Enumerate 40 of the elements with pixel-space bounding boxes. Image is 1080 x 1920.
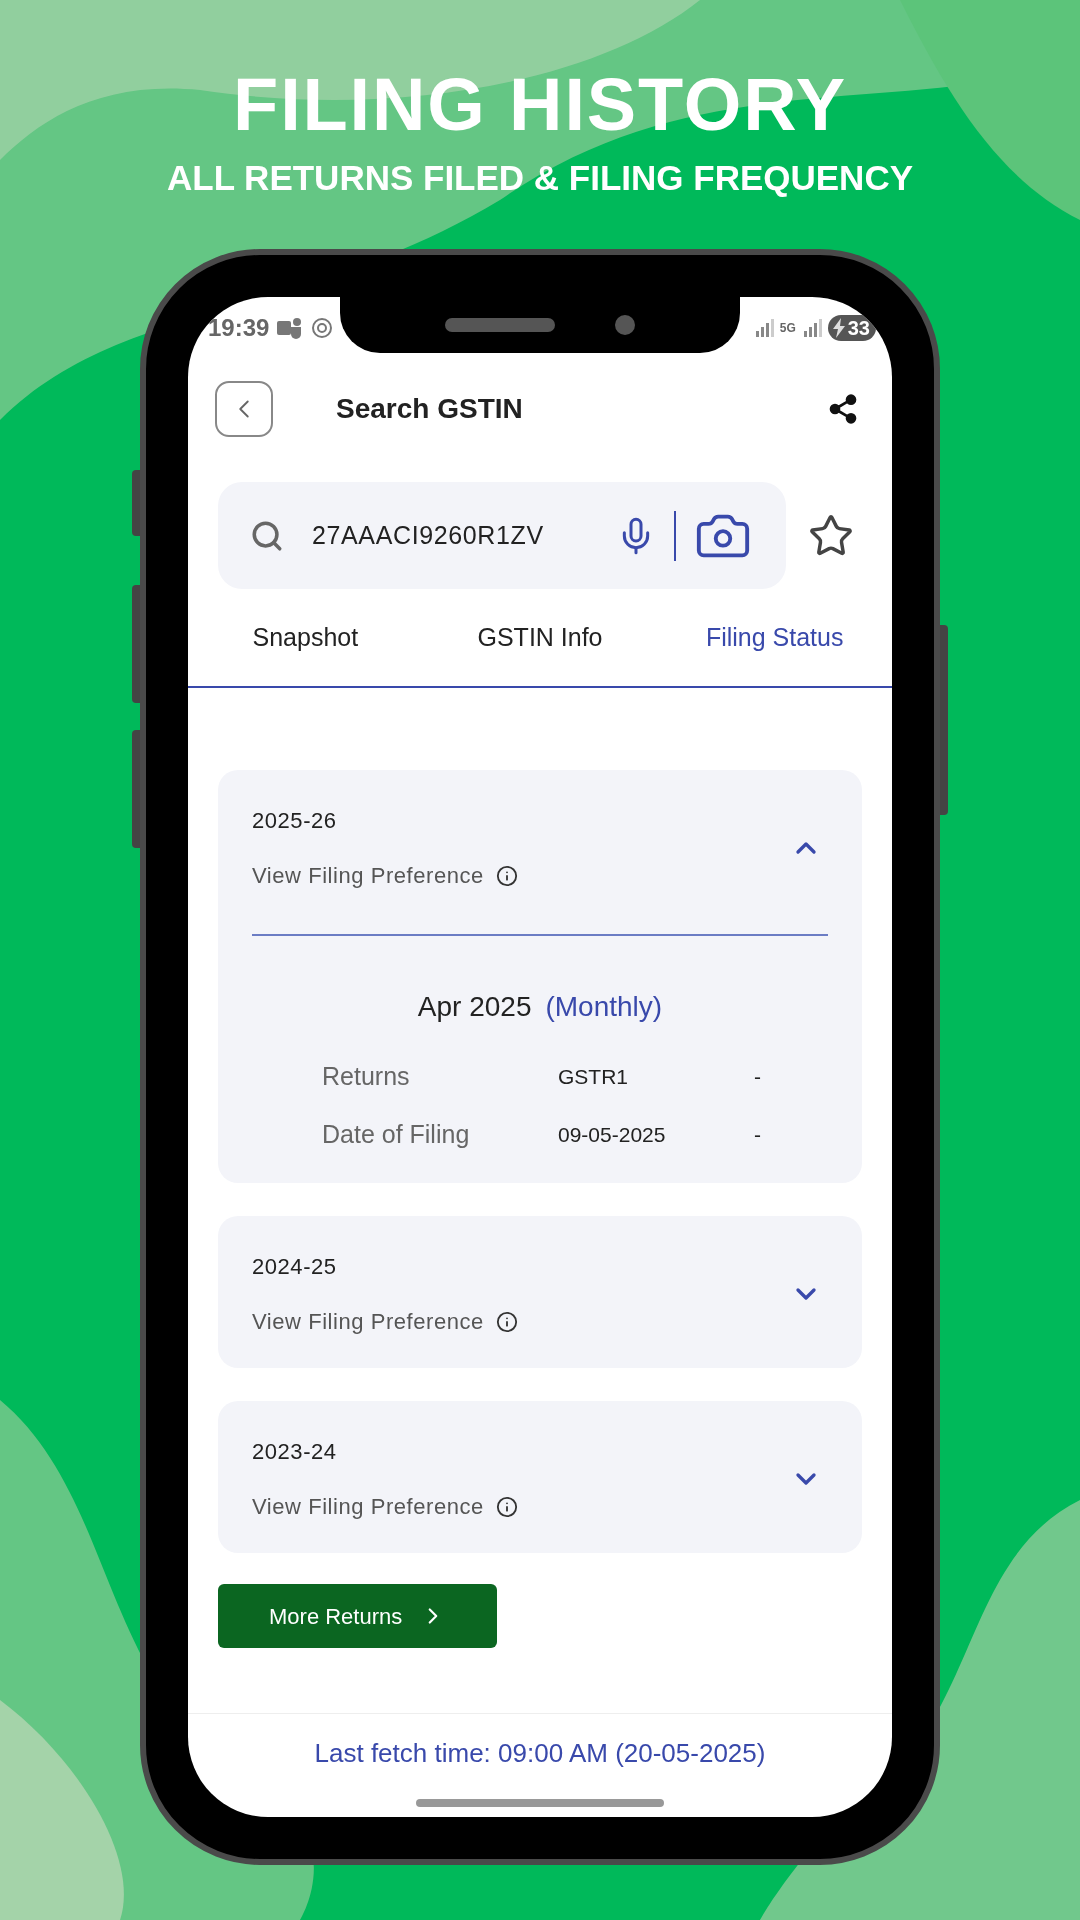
info-icon[interactable] — [495, 864, 518, 887]
year-card[interactable]: 2023-24 View Filing Preference — [218, 1401, 862, 1553]
row-label: Date of Filing — [322, 1118, 471, 1150]
search-icon — [250, 518, 284, 553]
row-extra: - — [754, 1121, 761, 1148]
back-button[interactable] — [215, 381, 273, 437]
info-icon[interactable] — [495, 1495, 518, 1518]
year-card[interactable]: 2024-25 View Filing Preference — [218, 1216, 862, 1368]
tab[interactable]: GSTIN Info — [422, 589, 658, 686]
row-value: 09-05-2025 — [558, 1121, 667, 1148]
last-fetch-time: Last fetch time: 09:00 AM (20-05-2025) — [314, 1737, 766, 1770]
filing-preference-link[interactable]: View Filing Preference — [252, 859, 484, 892]
period-label: Apr 2025 — [417, 990, 532, 1024]
info-icon[interactable] — [495, 1310, 518, 1333]
row-label: Returns — [322, 1061, 411, 1092]
row-value: GSTR1 — [558, 1064, 629, 1090]
frequency-label: (Monthly) — [545, 990, 663, 1024]
financial-year: 2023-24 — [252, 1438, 338, 1466]
filing-preference-link[interactable]: View Filing Preference — [252, 1305, 484, 1338]
financial-year: 2025-26 — [252, 807, 338, 835]
tab[interactable]: Snapshot — [188, 589, 423, 686]
year-card[interactable]: 2025-26 View Filing Preference Apr 2025 (Monthly) Returns GSTR1 - Date of Filing 09-05-2025 - — [218, 770, 862, 1183]
more-returns-button[interactable]: More Returns — [218, 1584, 498, 1648]
status-time: 19:39 — [208, 313, 270, 343]
share-icon[interactable] — [827, 393, 859, 425]
tab[interactable]: Filing Status — [657, 589, 892, 686]
network-type: 5G — [779, 322, 796, 334]
page-title: Search GSTIN — [336, 392, 523, 426]
at-sign-icon — [311, 317, 334, 339]
bolt-icon — [831, 318, 846, 338]
filing-preference-link[interactable]: View Filing Preference — [252, 1490, 484, 1523]
banner-title: FILING HISTORY — [233, 68, 847, 142]
signal-icon — [753, 319, 774, 337]
chat-app-icon — [277, 317, 304, 339]
financial-year: 2024-25 — [252, 1253, 338, 1281]
search-field[interactable]: 27AAACI9260R1ZV — [218, 482, 786, 589]
banner-subtitle: ALL RETURNS FILED & FILING FREQUENCY — [167, 160, 913, 195]
row-extra: - — [754, 1064, 761, 1090]
battery-level: 33 — [847, 316, 870, 341]
signal-icon — [801, 319, 822, 337]
